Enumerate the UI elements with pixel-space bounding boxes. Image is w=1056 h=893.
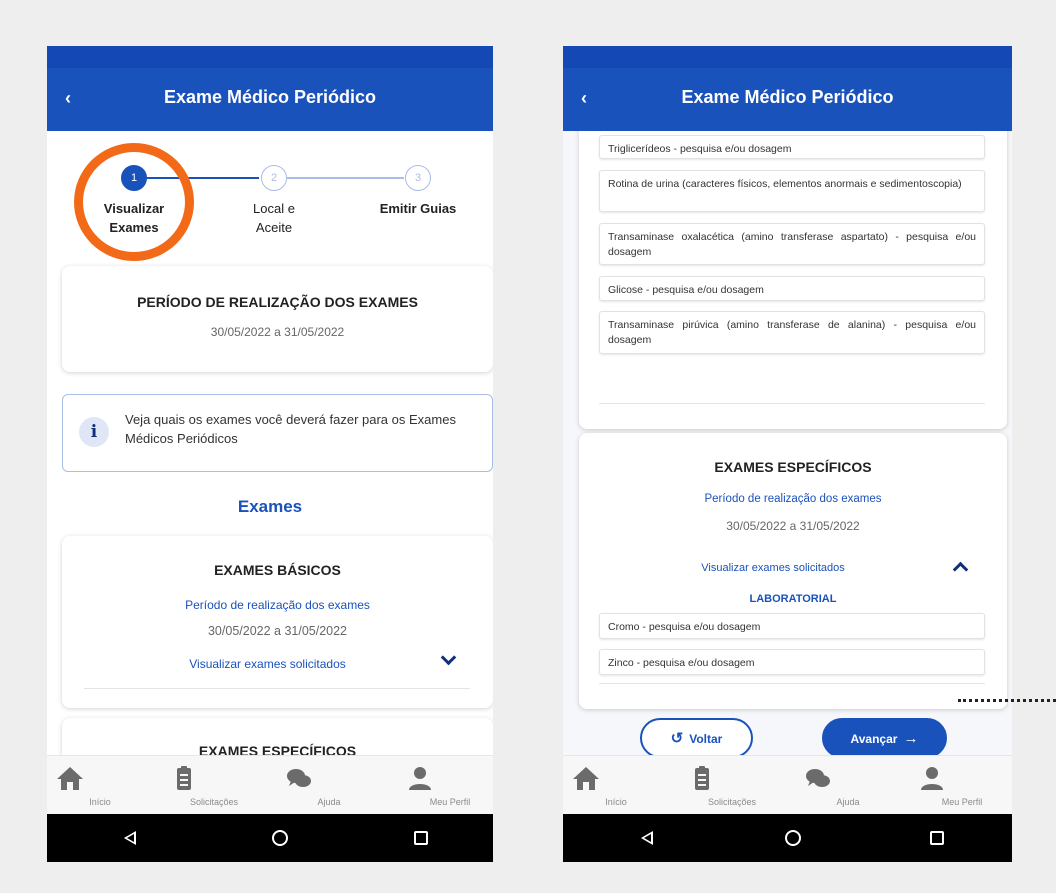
exames-section-title: Exames (237, 497, 303, 516)
app-bar: ‹ Exame Médico Periódico (563, 68, 1012, 131)
stepper-line-2 (287, 177, 404, 179)
nav-solicitacoes[interactable]: Solicitações (169, 756, 259, 815)
main-content: 1 2 3 Visualizar Exames Local e Aceite E… (47, 131, 493, 755)
nav-inicio[interactable]: Início (55, 756, 145, 815)
nav-label: Ajuda (317, 797, 341, 807)
list-item: Transaminase pirúvica (amino transferase… (599, 311, 985, 354)
app-bar: ‹ Exame Médico Periódico (47, 68, 493, 131)
basicos-title: EXAMES BÁSICOS (214, 562, 341, 578)
nav-ajuda[interactable]: Ajuda (803, 756, 893, 815)
avancar-button[interactable]: Avançar → (822, 718, 947, 755)
app-title: Exame Médico Periódico (163, 87, 377, 107)
home-icon (57, 767, 83, 790)
nav-label: Solicitações (189, 797, 239, 807)
nav-solicitacoes[interactable]: Solicitações (687, 756, 777, 815)
highlight-ring-annotation (74, 143, 194, 261)
nav-ajuda[interactable]: Ajuda (284, 756, 374, 815)
list-item: Rotina de urina (caracteres físicos, ele… (599, 170, 985, 212)
divider (599, 403, 985, 404)
especificos-title: EXAMES ESPECÍFICOS (714, 459, 872, 475)
nav-label: Ajuda (836, 797, 860, 807)
app-title: Exame Médico Periódico (681, 87, 894, 107)
clipboard-icon (177, 766, 191, 790)
periodo-title: PERÍODO DE REALIZAÇÃO DOS EXAMES (137, 294, 418, 310)
list-item: Transaminase oxalacética (amino transfer… (599, 223, 985, 265)
periodo-dates: 30/05/2022 a 31/05/2022 (210, 325, 345, 339)
step-3-label: Emitir Guias (363, 199, 473, 218)
status-bar (47, 46, 493, 68)
step-2-label-line1: Local e (253, 201, 295, 216)
phone-screen-exams-list: ‹ Exame Médico Periódico Triglicerídeos … (563, 46, 1012, 862)
home-icon (573, 767, 599, 790)
nav-label: Meu Perfil (941, 797, 983, 807)
nav-inicio[interactable]: Início (571, 756, 661, 815)
dotted-connector-annotation (958, 699, 1056, 702)
system-recents-icon[interactable] (414, 831, 428, 845)
list-item: Triglicerídeos - pesquisa e/ou dosagem (599, 135, 985, 159)
voltar-label: Voltar (689, 732, 723, 746)
step-3-circle[interactable]: 3 (405, 165, 431, 191)
clipboard-icon (695, 766, 709, 790)
step-3-label-line1: Emitir Guias (379, 201, 457, 216)
system-home-icon[interactable] (785, 830, 801, 846)
nav-meu-perfil[interactable]: Meu Perfil (917, 756, 1007, 815)
system-nav-bar (563, 814, 1012, 862)
basicos-dates: 30/05/2022 a 31/05/2022 (207, 624, 348, 638)
nav-label: Solicitações (707, 797, 757, 807)
status-bar (563, 46, 1012, 68)
divider (84, 688, 470, 689)
especificos-dates: 30/05/2022 a 31/05/2022 (726, 519, 860, 533)
undo-icon: ↺ (670, 730, 684, 747)
system-recents-icon[interactable] (930, 831, 944, 845)
bottom-navigation: Início Solicitações Ajuda Meu Perfil (563, 755, 1012, 814)
especificos-view-link[interactable]: Visualizar exames solicitados (579, 562, 967, 574)
nav-meu-perfil[interactable]: Meu Perfil (405, 756, 493, 815)
stepper: 1 2 3 Visualizar Exames Local e Aceite E… (47, 131, 493, 261)
arrow-right-icon: → (903, 730, 919, 747)
voltar-button[interactable]: ↺ Voltar (640, 718, 753, 755)
nav-label: Início (89, 797, 111, 807)
laboratorial-label: LABORATORIAL (749, 593, 837, 605)
periodo-card: PERÍODO DE REALIZAÇÃO DOS EXAMES 30/05/2… (62, 266, 493, 372)
especificos-periodo-label: Período de realização dos exames (704, 493, 882, 505)
divider (599, 683, 985, 684)
especificos-title: EXAMES ESPECÍFICOS (198, 743, 357, 755)
step-2-label-line2: Aceite (255, 220, 293, 235)
system-home-icon[interactable] (272, 830, 288, 846)
system-nav-bar (47, 814, 493, 862)
avancar-label: Avançar (850, 732, 898, 746)
list-item: Zinco - pesquisa e/ou dosagem (599, 649, 985, 675)
step-2-circle[interactable]: 2 (261, 165, 287, 191)
main-content: Triglicerídeos - pesquisa e/ou dosagem R… (563, 131, 1012, 755)
list-item: Glicose - pesquisa e/ou dosagem (599, 276, 985, 301)
info-icon: i (79, 417, 109, 447)
exames-especificos-card: EXAMES ESPECÍFICOS (62, 718, 493, 755)
system-back-icon[interactable] (641, 831, 653, 845)
phone-screen-step1: ‹ Exame Médico Periódico 1 2 3 Visualiza… (47, 46, 493, 862)
info-text: Veja quais os exames você deverá fazer p… (125, 412, 456, 446)
system-back-icon[interactable] (124, 831, 136, 845)
exames-basicos-card: EXAMES BÁSICOS Período de realização dos… (62, 536, 493, 708)
basicos-periodo-label: Período de realização dos exames (185, 598, 370, 612)
user-icon (921, 767, 943, 790)
bottom-navigation: Início Solicitações Ajuda Meu Perfil (47, 755, 493, 814)
nav-label: Início (605, 797, 627, 807)
chat-icon (806, 769, 830, 787)
basicos-view-link[interactable]: Visualizar exames solicitados (62, 657, 473, 671)
info-box: i Veja quais os exames você deverá fazer… (62, 394, 493, 472)
list-item: Cromo - pesquisa e/ou dosagem (599, 613, 985, 639)
step-2-label: Local e Aceite (224, 199, 324, 237)
user-icon (409, 767, 431, 790)
chat-icon (287, 769, 311, 787)
nav-label: Meu Perfil (429, 797, 471, 807)
